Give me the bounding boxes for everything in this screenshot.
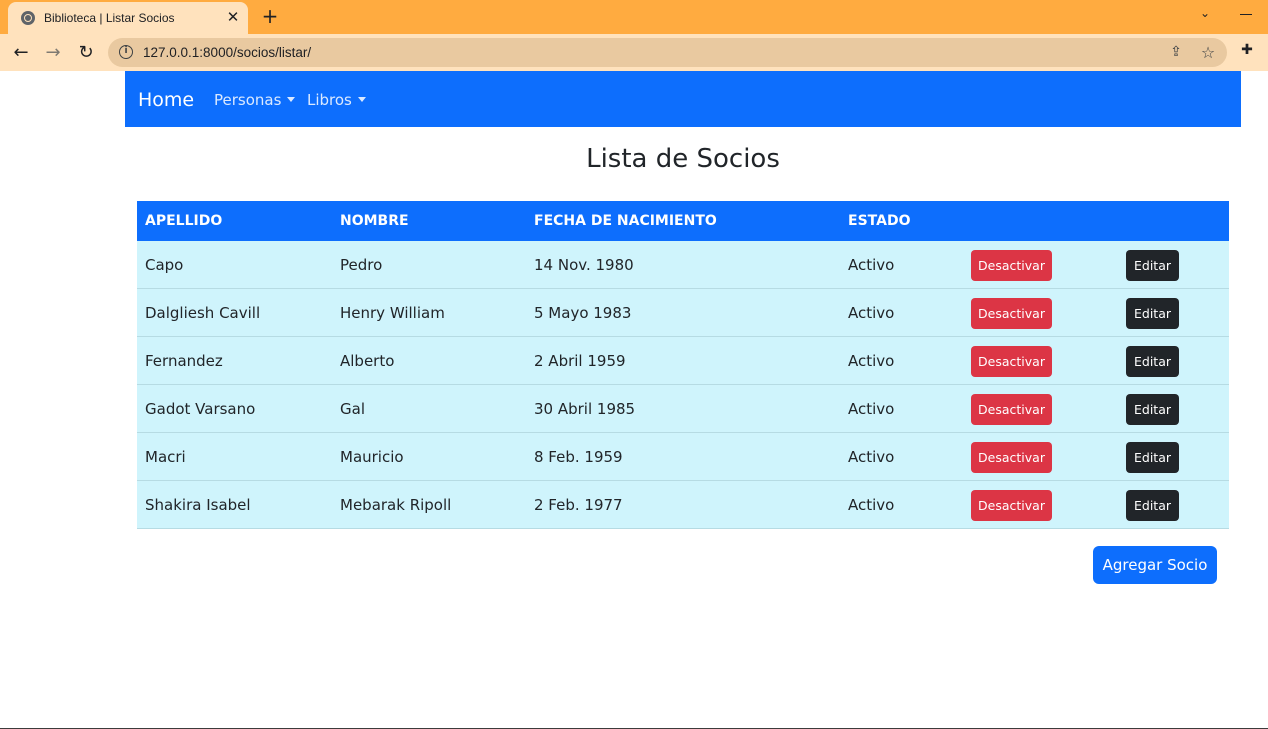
navbar-brand[interactable]: Home (138, 89, 194, 111)
cell-nombre: Henry William (340, 304, 445, 322)
cell-estado: Activo (848, 304, 895, 322)
add-socio-button[interactable]: Agregar Socio (1093, 546, 1217, 584)
table-row: Capo Pedro 14 Nov. 1980 Activo Desactivar Edi… (137, 241, 1229, 289)
cell-nombre: Pedro (340, 256, 383, 274)
socios-table: APELLIDO NOMBRE FECHA DE NACIMIENTO ESTA… (137, 201, 1229, 529)
new-tab-icon[interactable]: + (259, 6, 281, 28)
cell-apellido: Gadot Varsano (145, 400, 256, 418)
deactivate-button[interactable]: Desactivar (971, 298, 1052, 329)
cell-apellido: Shakira Isabel (145, 496, 251, 514)
minimize-icon[interactable] (1240, 14, 1252, 15)
extensions-puzzle-icon[interactable]: ✚ (1238, 42, 1256, 60)
header-nombre: NOMBRE (340, 213, 409, 229)
edit-button[interactable]: Editar (1126, 394, 1179, 425)
tab-title: Biblioteca | Listar Socios (44, 11, 175, 25)
table-row: Gadot Varsano Gal 30 Abril 1985 Activo Desac… (137, 385, 1229, 433)
cell-fecha: 2 Abril 1959 (534, 352, 626, 370)
cell-estado: Activo (848, 448, 895, 466)
deactivate-button[interactable]: Desactivar (971, 346, 1052, 377)
table-row: Fernandez Alberto 2 Abril 1959 Activo Desact… (137, 337, 1229, 385)
cell-apellido: Dalgliesh Cavill (145, 304, 261, 322)
close-tab-icon[interactable]: ✕ (224, 8, 242, 26)
deactivate-button[interactable]: Desactivar (971, 442, 1052, 473)
cell-nombre: Alberto (340, 352, 395, 370)
caret-down-icon (287, 97, 296, 102)
table-row: Shakira Isabel Mebarak Ripoll 2 Feb. 1977 A… (137, 481, 1229, 529)
cell-apellido: Macri (145, 448, 186, 466)
table-header: APELLIDO NOMBRE FECHA DE NACIMIENTO ESTA… (137, 201, 1229, 241)
share-icon[interactable]: ⇪ (1167, 44, 1185, 62)
edit-button[interactable]: Editar (1126, 298, 1179, 329)
page-title: Lista de Socios (586, 144, 780, 174)
address-bar[interactable]: i 127.0.0.1:8000/socios/listar/ ⇪ ☆ (108, 38, 1227, 67)
cell-nombre: Mebarak Ripoll (340, 496, 452, 514)
cell-estado: Activo (848, 496, 895, 514)
cell-fecha: 2 Feb. 1977 (534, 496, 623, 514)
edit-button[interactable]: Editar (1126, 442, 1179, 473)
deactivate-button[interactable]: Desactivar (971, 394, 1052, 425)
forward-arrow-icon[interactable]: → (40, 40, 66, 66)
header-apellido: APELLIDO (145, 213, 223, 229)
nav-dropdown-personas[interactable]: Personas (214, 91, 296, 109)
main-navbar: Home Personas Libros (125, 71, 1241, 127)
url-text[interactable]: 127.0.0.1:8000/socios/listar/ (143, 45, 311, 60)
reload-icon[interactable]: ↻ (73, 40, 99, 66)
cell-nombre: Gal (340, 400, 365, 418)
deactivate-button[interactable]: Desactivar (971, 490, 1052, 521)
cell-estado: Activo (848, 256, 895, 274)
cell-fecha: 5 Mayo 1983 (534, 304, 632, 322)
browser-toolbar: ← → ↻ i 127.0.0.1:8000/socios/listar/ ⇪ … (0, 34, 1268, 71)
caret-down-icon (357, 97, 366, 102)
header-fecha: FECHA DE NACIMIENTO (534, 213, 717, 229)
cell-fecha: 14 Nov. 1980 (534, 256, 634, 274)
cell-estado: Activo (848, 400, 895, 418)
site-info-icon[interactable]: i (119, 45, 133, 59)
edit-button[interactable]: Editar (1126, 490, 1179, 521)
browser-tab[interactable]: Biblioteca | Listar Socios ✕ (8, 2, 248, 34)
cell-fecha: 8 Feb. 1959 (534, 448, 623, 466)
page-content: Home Personas Libros Lista de Socios APE… (0, 71, 1268, 729)
bookmark-star-icon[interactable]: ☆ (1199, 43, 1217, 62)
cell-estado: Activo (848, 352, 895, 370)
globe-icon (21, 11, 35, 25)
cell-apellido: Capo (145, 256, 184, 274)
table-row: Dalgliesh Cavill Henry William 5 Mayo 1983… (137, 289, 1229, 337)
nav-dropdown-libros[interactable]: Libros (307, 91, 366, 109)
cell-nombre: Mauricio (340, 448, 404, 466)
cell-apellido: Fernandez (145, 352, 223, 370)
table-row: Macri Mauricio 8 Feb. 1959 Activo Desactivar… (137, 433, 1229, 481)
nav-dropdown-label: Libros (307, 91, 352, 109)
deactivate-button[interactable]: Desactivar (971, 250, 1052, 281)
edit-button[interactable]: Editar (1126, 250, 1179, 281)
cell-fecha: 30 Abril 1985 (534, 400, 636, 418)
header-estado: ESTADO (848, 213, 911, 229)
tab-search-chevron-icon[interactable]: ⌄ (1196, 6, 1214, 24)
table-body: Capo Pedro 14 Nov. 1980 Activo Desactivar Edi… (137, 241, 1229, 529)
browser-tab-strip: Biblioteca | Listar Socios ✕ + ⌄ (0, 0, 1268, 34)
nav-dropdown-label: Personas (214, 91, 282, 109)
back-arrow-icon[interactable]: ← (8, 40, 34, 66)
edit-button[interactable]: Editar (1126, 346, 1179, 377)
